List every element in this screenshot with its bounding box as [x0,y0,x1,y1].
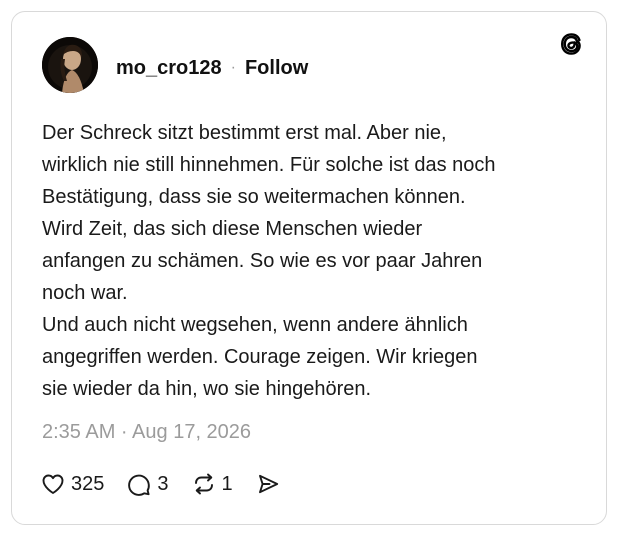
reply-count: 3 [157,472,169,495]
like-count: 325 [71,472,105,495]
action-bar: 325 3 1 [40,470,303,498]
username[interactable]: mo_cro128 [116,57,222,80]
post-text-line: Wird Zeit, das sich diese Menschen wiede… [42,218,423,240]
avatar[interactable] [42,37,98,93]
post-text-line: Der Schreck sitzt bestimmt erst mal. Abe… [42,122,447,144]
post-header: mo_cro128 · Follow [116,55,308,81]
post-timestamp[interactable]: 2:35 AM · Aug 17, 2026 [42,421,251,444]
reply-button[interactable]: 3 [126,471,169,497]
heart-icon [40,471,66,497]
separator-dot: · [230,59,236,76]
post-text-line: sie wieder da hin, wo sie hingehören. [42,378,372,400]
post-text-line: noch war. [42,282,128,304]
like-button[interactable]: 325 [40,471,104,497]
post-text-line: wirklich nie still hinnehmen. Für solche… [42,154,496,176]
post-text-line: Und auch nicht wegsehen, wenn andere ähn… [42,314,468,336]
post-text-line: Bestätigung, dass sie so weitermachen kö… [42,186,466,208]
avatar-image [42,37,98,93]
post-text-line: angegriffen werden. Courage zeigen. Wir … [42,346,478,368]
threads-logo-icon[interactable] [557,30,585,58]
share-icon [255,471,281,497]
post-body: Der Schreck sitzt bestimmt erst mal. Abe… [42,117,582,405]
comment-icon [126,471,152,497]
repost-icon [191,471,217,497]
repost-count: 1 [221,472,233,495]
share-button[interactable] [255,471,281,497]
follow-button[interactable]: Follow [245,57,308,80]
repost-button[interactable]: 1 [191,471,233,497]
post-text-line: anfangen zu schämen. So wie es vor paar … [42,250,483,272]
